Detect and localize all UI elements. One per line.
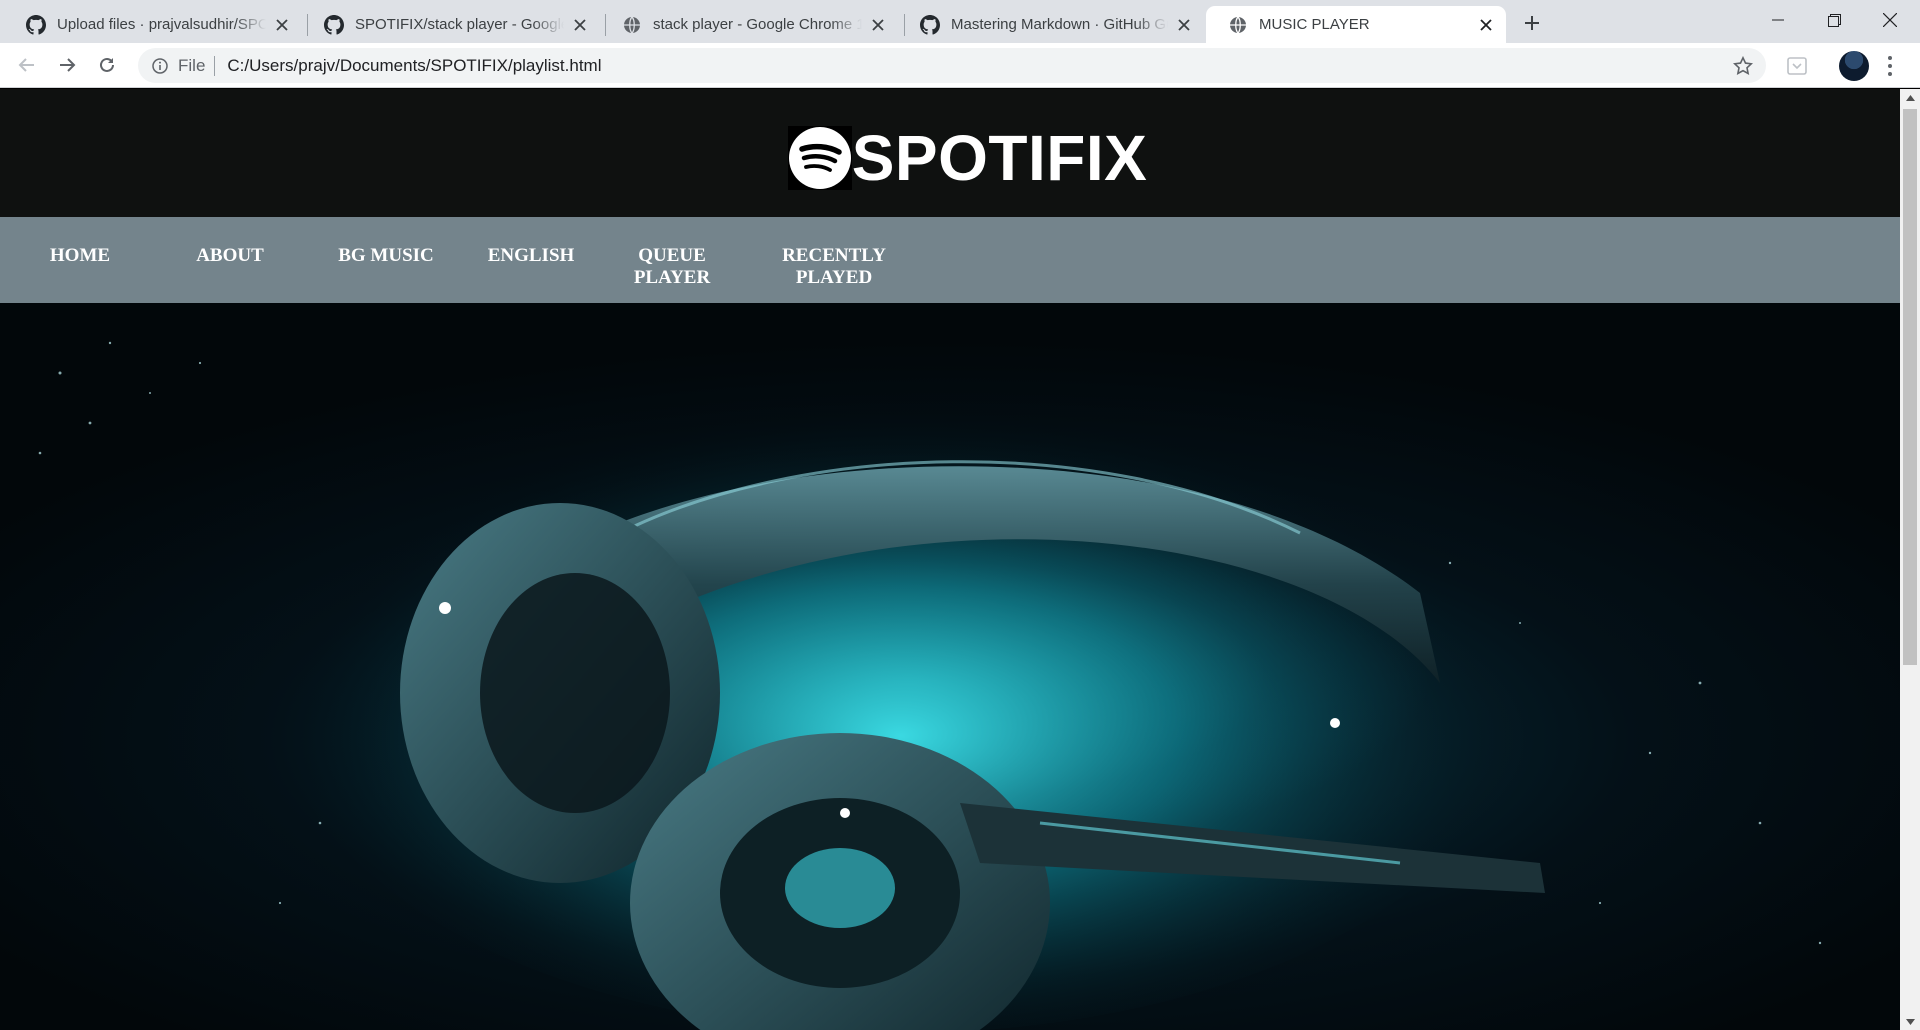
close-icon [1883, 13, 1897, 27]
url-text[interactable]: C:/Users/prajv/Documents/SPOTIFIX/playli… [227, 56, 601, 76]
close-icon[interactable] [570, 15, 590, 35]
url-scheme: File [178, 55, 206, 75]
close-icon[interactable] [1476, 15, 1496, 35]
reload-button[interactable] [92, 50, 122, 80]
nav-about[interactable]: ABOUT [195, 245, 265, 267]
tab-music-player[interactable]: MUSIC PLAYER [1206, 6, 1506, 43]
tab-upload-files[interactable]: Upload files · prajvalsudhir/SPOTIFIX [4, 6, 302, 43]
globe-icon [622, 15, 642, 35]
window-close-button[interactable] [1862, 0, 1918, 40]
nav-queue-player[interactable]: QUEUE PLAYER [627, 245, 717, 289]
brand-logo-link[interactable]: SPOTIFIX [787, 122, 1148, 194]
page-viewport: SPOTIFIX HOME ABOUT BG MUSIC ENGLISH QUE… [0, 89, 1920, 1030]
restore-icon [1827, 13, 1841, 27]
browser-toolbar: File C:/Users/prajv/Documents/SPOTIFIX/p… [0, 43, 1920, 88]
headphones-illustration [38, 341, 1822, 1030]
tab-title: MUSIC PLAYER [1259, 16, 1370, 33]
tab-title: Mastering Markdown · GitHub Guides [951, 16, 1168, 33]
address-divider [214, 55, 216, 76]
brand-name: SPOTIFIX [851, 122, 1148, 194]
arrow-left-icon [18, 58, 34, 72]
tab-stack-player-chrome[interactable]: stack player - Google Chrome 14 [600, 6, 898, 43]
new-tab-button[interactable] [1517, 8, 1547, 38]
address-bar[interactable]: File C:/Users/prajv/Documents/SPOTIFIX/p… [138, 48, 1766, 83]
vertical-scrollbar[interactable] [1900, 89, 1920, 1030]
minimize-icon [1772, 19, 1784, 21]
extension-icon[interactable] [1786, 55, 1808, 77]
page-content: SPOTIFIX HOME ABOUT BG MUSIC ENGLISH QUE… [0, 89, 1900, 1030]
info-icon[interactable] [150, 56, 170, 76]
close-icon[interactable] [1174, 15, 1194, 35]
arrow-right-icon [60, 58, 76, 72]
github-icon [920, 14, 940, 35]
forward-button[interactable] [52, 50, 82, 80]
tab-stack-player-github[interactable]: SPOTIFIX/stack player - Google Chrome [302, 6, 600, 43]
plus-icon [1525, 16, 1539, 30]
profile-avatar[interactable] [1839, 51, 1869, 81]
scroll-down-arrow-icon[interactable] [1900, 1013, 1920, 1030]
close-icon[interactable] [868, 15, 888, 35]
tab-title: Upload files · prajvalsudhir/SPOTIFIX [57, 16, 266, 33]
spotify-logo-icon [787, 126, 852, 190]
site-header: SPOTIFIX [0, 89, 1900, 217]
nav-recently-played[interactable]: RECENTLY PLAYED [779, 245, 889, 289]
main-nav: HOME ABOUT BG MUSIC ENGLISH QUEUE PLAYER… [0, 217, 1900, 303]
github-icon [26, 14, 46, 35]
tab-strip: Upload files · prajvalsudhir/SPOTIFIX SP… [0, 0, 1920, 43]
globe-icon [1228, 15, 1248, 35]
hero-image [0, 303, 1900, 1030]
scroll-up-arrow-icon[interactable] [1900, 89, 1920, 106]
tab-mastering-markdown[interactable]: Mastering Markdown · GitHub Guides [898, 6, 1204, 43]
back-button[interactable] [12, 50, 42, 80]
tab-title: stack player - Google Chrome 14 [653, 16, 862, 33]
minimize-button[interactable] [1750, 0, 1806, 40]
nav-home[interactable]: HOME [45, 245, 115, 267]
tab-title: SPOTIFIX/stack player - Google Chrome [355, 16, 564, 33]
restore-button[interactable] [1806, 0, 1862, 40]
kebab-menu-icon[interactable] [1885, 53, 1895, 79]
github-icon [324, 14, 344, 35]
nav-english[interactable]: ENGLISH [486, 245, 576, 267]
bookmark-star-icon[interactable] [1732, 55, 1754, 77]
close-icon[interactable] [272, 15, 292, 35]
nav-bg-music[interactable]: BG MUSIC [336, 245, 436, 267]
reload-icon [100, 57, 114, 72]
scrollbar-thumb[interactable] [1903, 109, 1917, 665]
